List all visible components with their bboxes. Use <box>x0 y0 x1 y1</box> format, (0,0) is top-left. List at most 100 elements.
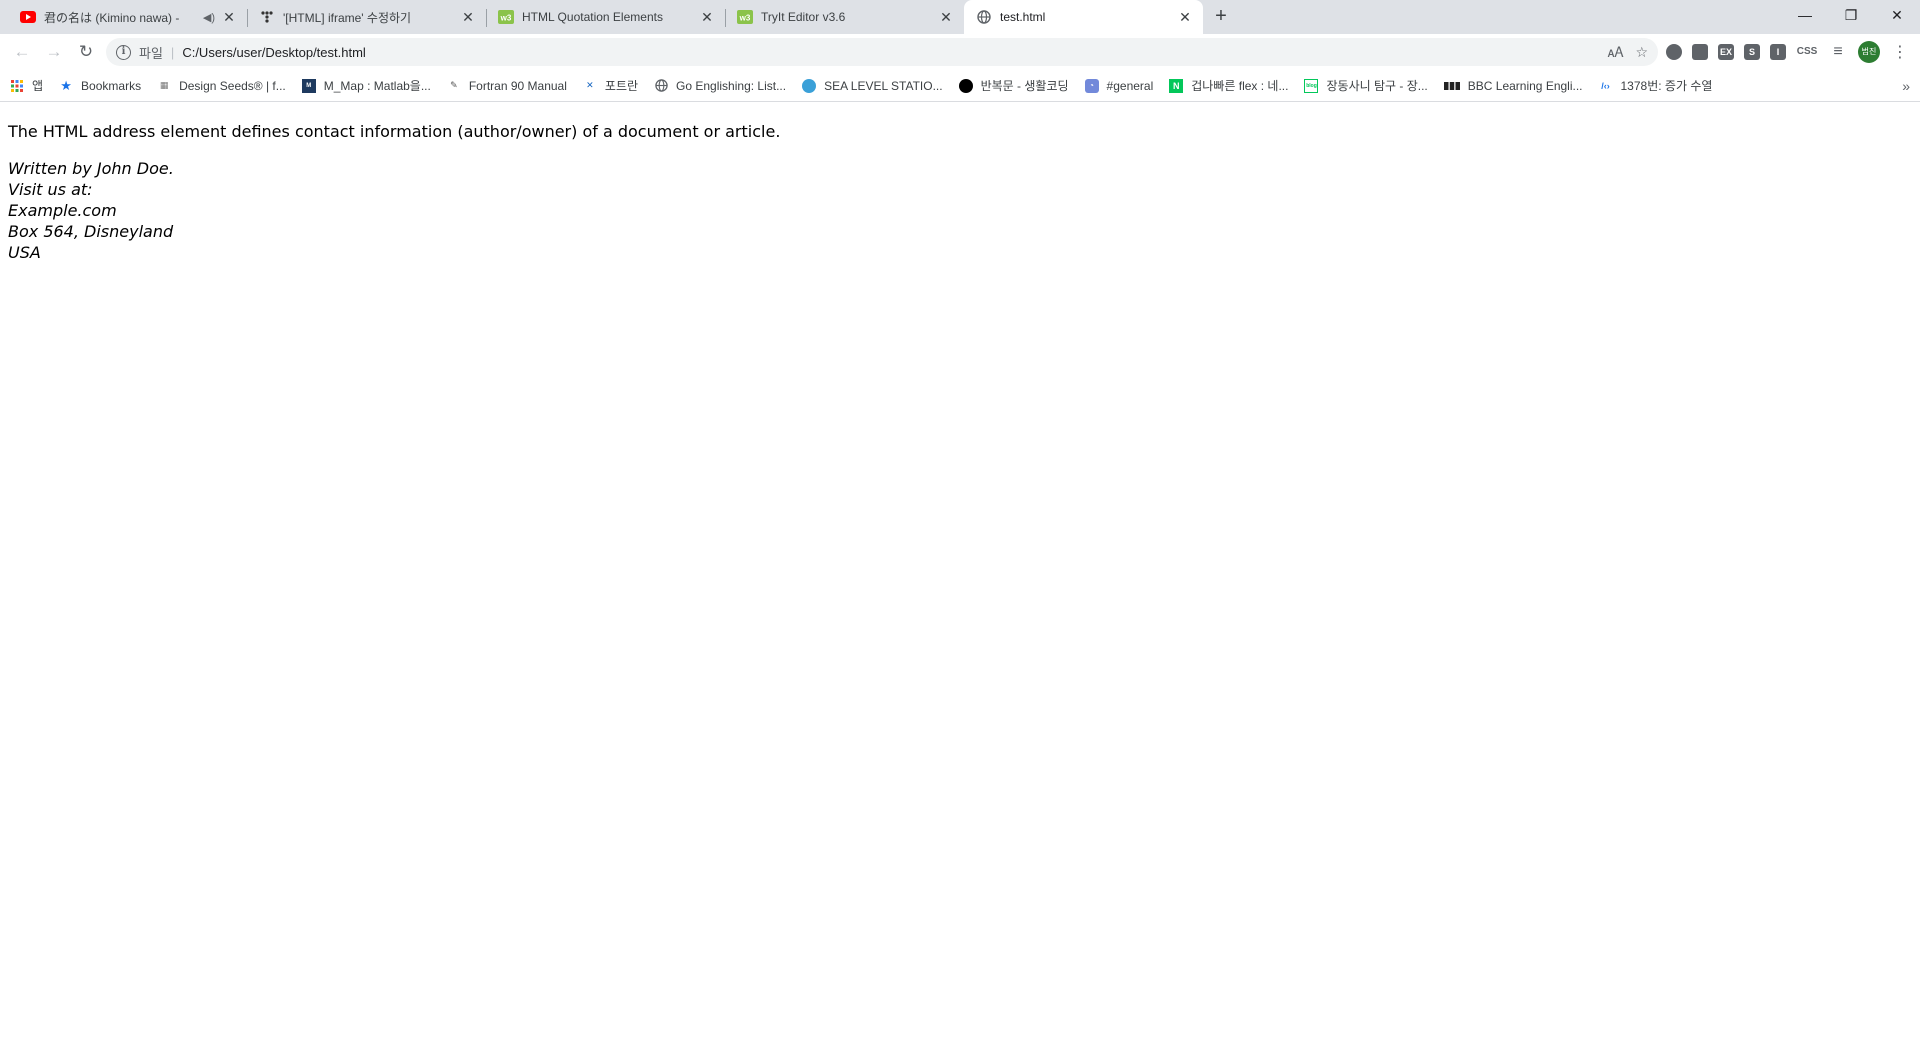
omnibox-actions: 🗚 ☆ <box>1608 44 1648 61</box>
restore-icon[interactable]: ❐ <box>1828 0 1874 30</box>
tab-title: test.html <box>1000 10 1046 24</box>
w3schools-icon: w3 <box>737 9 753 25</box>
velog-icon <box>259 9 275 25</box>
tab-youtube[interactable]: 君の名は (Kimino nawa) - ◀) ✕ <box>8 0 247 34</box>
close-icon[interactable]: ✕ <box>938 9 954 25</box>
bookmark-label: BBC Learning Engli... <box>1467 78 1583 93</box>
tab-quotation[interactable]: w3 HTML Quotation Elements ✕ <box>486 0 725 34</box>
address-line: Visit us at: <box>8 180 93 199</box>
apps-grid-icon <box>10 79 24 93</box>
tab-title: 君の名は (Kimino nawa) - <box>44 10 180 25</box>
mmap-icon: M <box>301 78 316 93</box>
star-icon: ★ <box>60 77 72 93</box>
tab-title: TryIt Editor v3.6 <box>761 10 846 24</box>
intro-paragraph: The HTML address element defines contact… <box>8 122 781 141</box>
page-content: The HTML address element defines contact… <box>0 102 1920 271</box>
bookmark-folder-bookmarks[interactable]: ★ Bookmarks <box>59 77 142 93</box>
browser-toolbar: ← → ↻ i 파일 | C:/Users/user/Desktop/test.… <box>0 34 1920 70</box>
extensions-area: EX S I CSS ≡ 범진 ⋮ <box>1666 41 1910 63</box>
bookmark-fortran-manual[interactable]: ✎ Fortran 90 Manual <box>447 79 567 93</box>
bookmark-label: Go Englishing: List... <box>676 78 787 93</box>
discord-icon: ◔ <box>1084 78 1099 93</box>
bookmark-baekjoon[interactable]: /‹› 1378번: 증가 수열 <box>1599 77 1713 94</box>
bookmark-go-englishing[interactable]: Go Englishing: List... <box>654 79 786 93</box>
tab-test-html[interactable]: test.html ✕ <box>964 0 1203 34</box>
close-icon[interactable]: ✕ <box>699 9 715 25</box>
bookmark-label: 겁나빠른 flex : 네... <box>1191 79 1289 93</box>
youtube-icon <box>20 9 36 25</box>
bookmark-label: 1378번: 증가 수열 <box>1620 79 1713 93</box>
url-text[interactable]: C:/Users/user/Desktop/test.html <box>182 45 366 60</box>
address-bar[interactable]: i 파일 | C:/Users/user/Desktop/test.html 🗚… <box>106 38 1658 66</box>
chevron-double-right-icon[interactable]: » <box>1902 78 1910 94</box>
bbc-icon <box>1443 79 1460 93</box>
tab-velog[interactable]: '[HTML] iframe' 수정하기 ✕ <box>247 0 486 34</box>
blog-icon: blog <box>1304 78 1319 93</box>
extension-i-icon[interactable]: I <box>1770 44 1786 60</box>
window-controls: — ❐ ✕ <box>1782 0 1920 30</box>
avatar[interactable]: 범진 <box>1858 41 1880 63</box>
tab-title: HTML Quotation Elements <box>522 10 663 24</box>
design-seeds-icon: ▦ <box>159 80 169 90</box>
extension-circle-icon[interactable] <box>1666 44 1682 60</box>
bookmark-label: Design Seeds® | f... <box>179 78 286 93</box>
separator: | <box>170 44 175 60</box>
naver-icon: N <box>1169 78 1184 93</box>
w3schools-icon: w3 <box>498 9 514 25</box>
bookmarks-bar: 앱 ★ Bookmarks ▦ Design Seeds® | f... M M… <box>0 70 1920 102</box>
bookmark-label: M_Map : Matlab을... <box>323 79 431 93</box>
code-icon: /‹› <box>1601 80 1610 91</box>
new-tab-button[interactable]: + <box>1207 3 1235 31</box>
bookmark-label: 앱 <box>32 79 44 93</box>
extension-screen-icon[interactable] <box>1692 44 1708 60</box>
bookmark-discord-general[interactable]: ◔ #general <box>1084 78 1154 93</box>
sea-level-icon <box>802 78 817 93</box>
media-control-icon[interactable]: ≡ <box>1828 43 1848 61</box>
star-icon[interactable]: ☆ <box>1635 44 1648 61</box>
tab-strip: 君の名は (Kimino nawa) - ◀) ✕ '[HTML] iframe… <box>0 0 1920 34</box>
more-menu-icon[interactable]: ⋮ <box>1890 42 1910 62</box>
bookmark-naver-flex[interactable]: N 겁나빠른 flex : 네... <box>1169 77 1288 94</box>
address-line: Example.com <box>8 201 117 220</box>
close-icon[interactable]: ✕ <box>221 9 237 25</box>
bookmark-blog[interactable]: blog 장동사니 탐구 - 장... <box>1304 77 1428 94</box>
contact-address: Written by John Doe. Visit us at: Exampl… <box>8 158 1912 263</box>
translate-icon[interactable]: 🗚 <box>1608 44 1624 61</box>
bookmark-apps[interactable]: 앱 <box>10 77 43 94</box>
bookmark-label: 포트란 <box>604 79 639 93</box>
tab-tryit[interactable]: w3 TryIt Editor v3.6 ✕ <box>725 0 964 34</box>
bookmark-label: Bookmarks <box>81 78 142 93</box>
speaker-icon[interactable]: ◀) <box>203 11 215 24</box>
bookmark-design-seeds[interactable]: ▦ Design Seeds® | f... <box>157 79 286 93</box>
bookmark-label: 장동사니 탐구 - 장... <box>1326 79 1428 93</box>
scheme-label: 파일 <box>139 45 163 61</box>
bookmark-fortran-kr[interactable]: ✕ 포트란 <box>583 77 638 94</box>
bookmark-label: #general <box>1106 78 1154 93</box>
reload-button[interactable]: ↻ <box>70 38 102 66</box>
close-icon[interactable]: ✕ <box>1177 9 1193 25</box>
bookmark-opentutorials[interactable]: 반복문 - 생활코딩 <box>958 77 1069 94</box>
close-window-icon[interactable]: ✕ <box>1874 0 1920 30</box>
fortran-icon: ✎ <box>450 80 458 90</box>
minimize-icon[interactable]: — <box>1782 0 1828 30</box>
svg-text:w3: w3 <box>500 14 512 23</box>
bookmark-mmap[interactable]: M M_Map : Matlab을... <box>301 77 431 94</box>
info-icon[interactable]: i <box>116 44 131 60</box>
bookmark-bbc-learning[interactable]: BBC Learning Engli... <box>1443 78 1583 93</box>
address-line: Written by John Doe. <box>8 159 174 178</box>
bookmark-label: 반복문 - 생활코딩 <box>980 79 1069 93</box>
address-line: Box 564, Disneyland <box>8 222 174 241</box>
bookmark-sea-level[interactable]: SEA LEVEL STATIO... <box>802 78 943 93</box>
extension-s-icon[interactable]: S <box>1744 44 1760 60</box>
bookmark-label: Fortran 90 Manual <box>468 78 567 93</box>
black-circle-icon <box>958 78 973 93</box>
bookmark-label: SEA LEVEL STATIO... <box>824 78 943 93</box>
close-icon[interactable]: ✕ <box>460 9 476 25</box>
forward-button[interactable]: → <box>38 38 70 66</box>
back-button[interactable]: ← <box>6 38 38 66</box>
globe-icon <box>654 79 668 93</box>
address-line: USA <box>8 243 41 262</box>
extension-css-icon[interactable]: CSS <box>1796 44 1818 60</box>
extension-ex-icon[interactable]: EX <box>1718 44 1734 60</box>
svg-text:w3: w3 <box>739 14 751 23</box>
